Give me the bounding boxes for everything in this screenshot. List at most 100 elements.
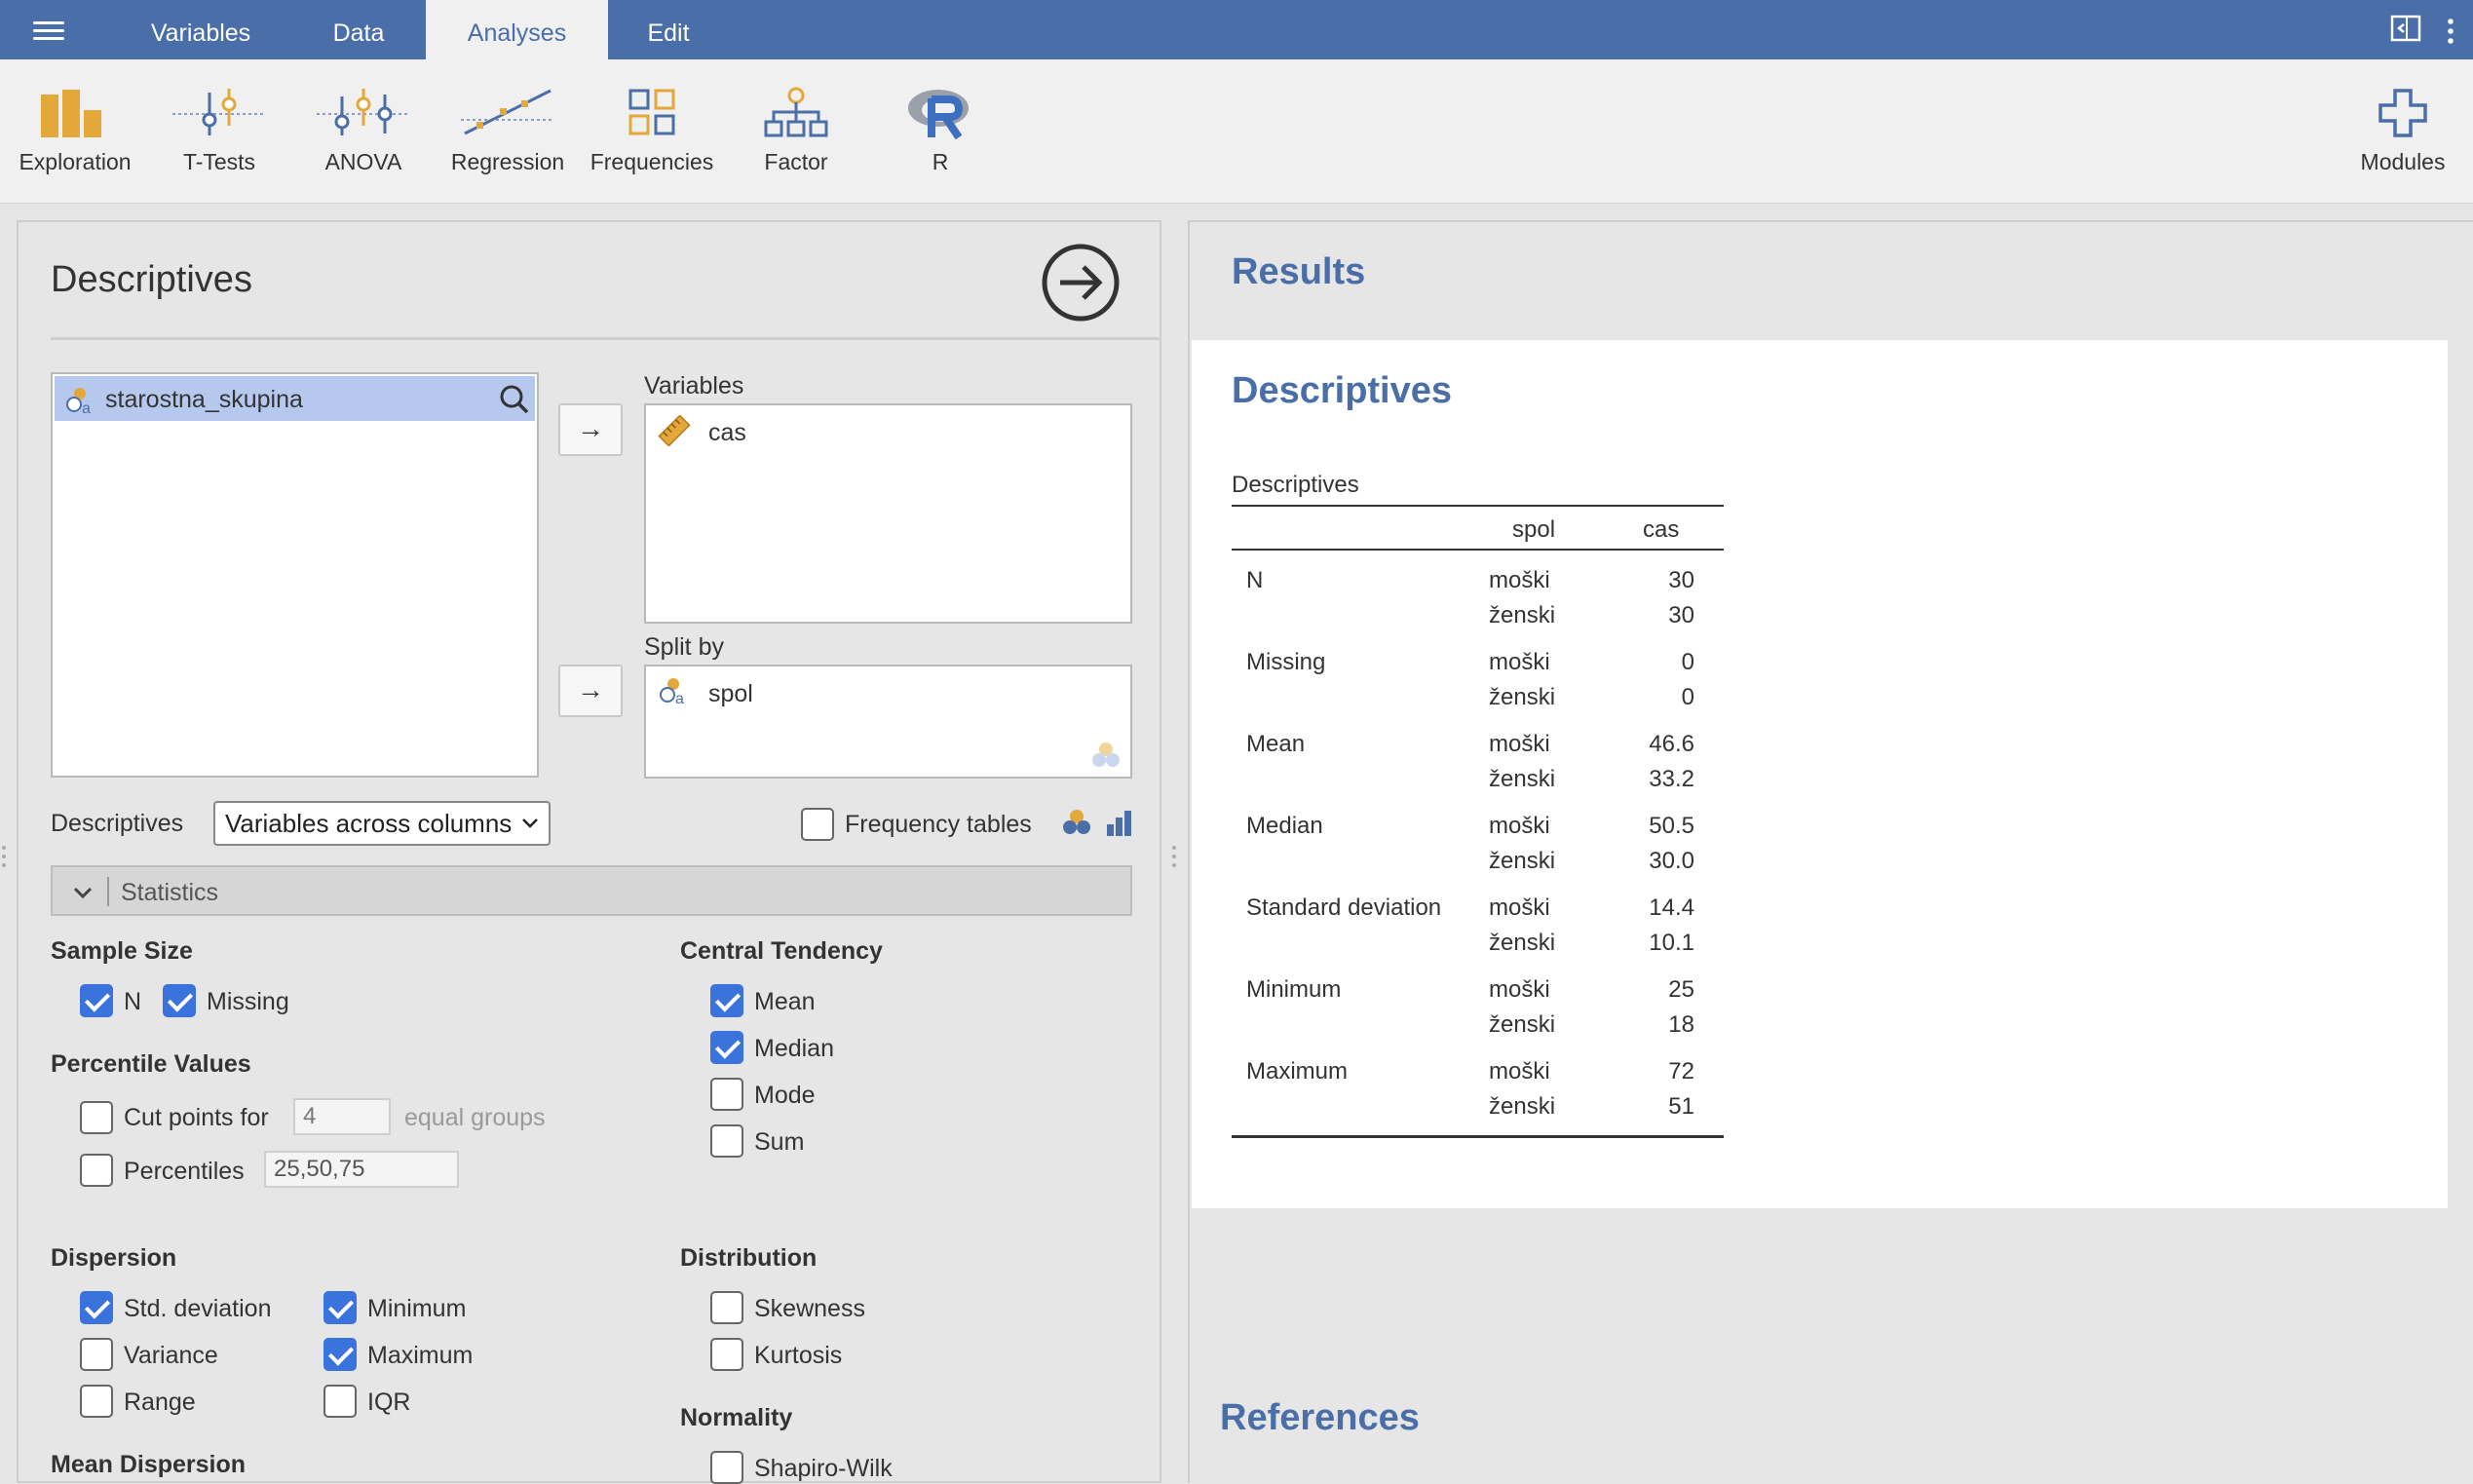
percentiles-label: Percentiles xyxy=(124,1158,245,1185)
table-cell-group: moški xyxy=(1489,649,1550,675)
table-row-stat: Standard deviation xyxy=(1246,894,1442,921)
statistics-section-header[interactable]: Statistics xyxy=(51,865,1132,916)
table-cell-value: 72 xyxy=(1668,1058,1694,1084)
distribution-heading: Distribution xyxy=(680,1244,818,1272)
table-cell-value: 0 xyxy=(1681,649,1694,675)
skewness-label: Skewness xyxy=(754,1295,865,1322)
frequency-tables-checkbox[interactable] xyxy=(801,808,834,841)
tab-data[interactable]: Data xyxy=(310,0,407,59)
ribbon-anova[interactable]: ANOVA xyxy=(295,87,432,194)
run-arrow-icon[interactable] xyxy=(1041,243,1121,323)
percentiles-checkbox[interactable] xyxy=(80,1154,113,1187)
list-item[interactable]: cas xyxy=(656,413,1123,450)
cut-points-input[interactable]: 4 xyxy=(293,1098,391,1135)
table-cell-value: 46.6 xyxy=(1649,731,1694,757)
cut-points-checkbox[interactable] xyxy=(80,1101,113,1134)
ribbon-r[interactable]: R xyxy=(872,87,1008,194)
ribbon-t-tests[interactable]: T-Tests xyxy=(151,87,287,194)
factor-icon xyxy=(764,87,828,137)
shapiro-wilk-checkbox[interactable] xyxy=(710,1451,743,1484)
minimum-checkbox[interactable] xyxy=(323,1291,357,1324)
mean-dispersion-heading: Mean Dispersion xyxy=(51,1451,247,1478)
median-label: Median xyxy=(754,1035,834,1062)
results-output-card xyxy=(1192,340,2448,1208)
split-view-icon[interactable] xyxy=(2390,14,2423,43)
table-caption: Descriptives xyxy=(1232,472,1359,498)
maximum-checkbox[interactable] xyxy=(323,1338,357,1371)
continuous-variable-icon xyxy=(658,415,691,446)
median-checkbox[interactable] xyxy=(710,1031,743,1064)
ribbon-frequencies[interactable]: Frequencies xyxy=(584,87,720,194)
table-cell-group: moški xyxy=(1489,567,1550,593)
exploration-icon xyxy=(41,90,101,137)
std-deviation-checkbox[interactable] xyxy=(80,1291,113,1324)
descriptives-mode-select[interactable]: Variables across columns xyxy=(213,801,551,846)
move-to-variables-button[interactable]: → xyxy=(558,403,623,456)
variables-target-list[interactable]: cas xyxy=(644,403,1132,624)
search-icon[interactable] xyxy=(499,384,530,415)
frequencies-icon xyxy=(628,89,675,135)
table-cell-group: moški xyxy=(1489,731,1550,757)
table-cell-value: 30 xyxy=(1668,567,1694,593)
ribbon-factor[interactable]: Factor xyxy=(728,87,864,194)
center-resize-handle[interactable] xyxy=(1172,846,1176,875)
references-heading: References xyxy=(1220,1397,1420,1438)
std-deviation-label: Std. deviation xyxy=(124,1295,272,1322)
split-by-target-list[interactable]: a spol xyxy=(644,665,1132,779)
range-checkbox[interactable] xyxy=(80,1385,113,1418)
mean-checkbox[interactable] xyxy=(710,984,743,1017)
variance-checkbox[interactable] xyxy=(80,1338,113,1371)
mode-checkbox[interactable] xyxy=(710,1078,743,1111)
analyses-ribbon: Exploration T-Tests ANOVA Regression Fre… xyxy=(0,59,2473,204)
tab-analyses[interactable]: Analyses xyxy=(426,0,608,59)
missing-checkbox[interactable] xyxy=(163,984,196,1017)
nominal-variable-icon: a xyxy=(66,388,91,415)
nominal-ordinal-types-icon xyxy=(1092,742,1120,767)
table-header-value: cas xyxy=(1643,516,1680,543)
source-variables-list[interactable]: a starostna_skupina xyxy=(51,372,539,778)
list-item[interactable]: a starostna_skupina xyxy=(55,376,535,421)
skewness-checkbox[interactable] xyxy=(710,1291,743,1324)
kurtosis-checkbox[interactable] xyxy=(710,1338,743,1371)
descriptives-mode-label: Descriptives xyxy=(51,810,184,837)
n-checkbox[interactable] xyxy=(80,984,113,1017)
hamburger-menu-icon[interactable] xyxy=(33,21,64,41)
minimum-label: Minimum xyxy=(367,1295,467,1322)
move-to-split-by-button[interactable]: → xyxy=(558,665,623,717)
results-heading: Results xyxy=(1232,251,1366,292)
title-divider xyxy=(51,337,1161,340)
sum-label: Sum xyxy=(754,1128,805,1156)
sample-size-heading: Sample Size xyxy=(51,937,193,965)
sum-checkbox[interactable] xyxy=(710,1124,743,1158)
tab-edit[interactable]: Edit xyxy=(624,0,713,59)
top-menu-bar: Variables Data Analyses Edit xyxy=(0,0,2473,59)
tab-variables[interactable]: Variables xyxy=(125,0,277,59)
table-cell-value: 30 xyxy=(1668,602,1694,628)
nominal-variable-icon: a xyxy=(660,678,684,705)
more-options-icon[interactable] xyxy=(2448,18,2454,45)
chevron-down-icon xyxy=(73,887,93,899)
table-cell-value: 0 xyxy=(1681,684,1694,710)
table-cell-group: moški xyxy=(1489,976,1550,1003)
ribbon-modules[interactable]: Modules xyxy=(2335,87,2471,194)
ribbon-regression[interactable]: Regression xyxy=(439,87,576,194)
header-separator xyxy=(107,877,109,906)
regression-icon xyxy=(461,89,554,135)
table-header-rule xyxy=(1232,549,1724,551)
table-cell-value: 50.5 xyxy=(1649,813,1694,839)
table-row-stat: Missing xyxy=(1246,649,1326,675)
iqr-checkbox[interactable] xyxy=(323,1385,357,1418)
table-cell-group: ženski xyxy=(1489,1011,1556,1038)
table-cell-value: 33.2 xyxy=(1649,766,1694,792)
table-row-stat: Mean xyxy=(1246,731,1306,757)
table-cell-group: ženski xyxy=(1489,930,1556,956)
chevron-down-icon xyxy=(522,818,538,828)
svg-text:a: a xyxy=(675,691,684,705)
cut-points-label: Cut points for xyxy=(124,1104,269,1131)
variables-label: Variables xyxy=(644,372,744,400)
left-resize-handle[interactable] xyxy=(2,846,6,875)
percentiles-input[interactable]: 25,50,75 xyxy=(264,1151,459,1188)
list-item[interactable]: a spol xyxy=(656,674,1123,711)
equal-groups-label: equal groups xyxy=(404,1104,546,1131)
ribbon-exploration[interactable]: Exploration xyxy=(7,87,143,194)
